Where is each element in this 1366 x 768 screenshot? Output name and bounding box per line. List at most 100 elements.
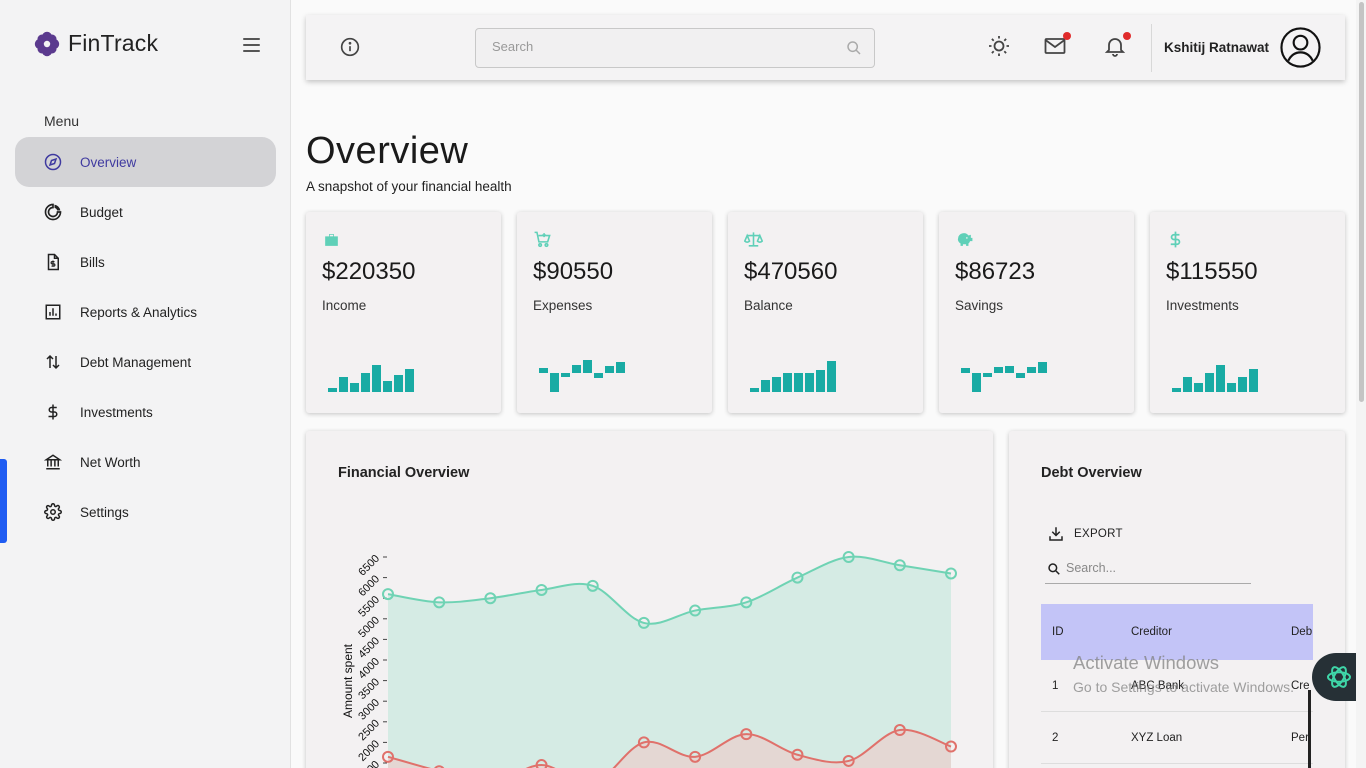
bar-chart-icon [43, 302, 63, 322]
y-axis-tick-label: 4500 [356, 635, 382, 661]
column-header[interactable]: Creditor [1131, 604, 1281, 660]
sidebar-item-overview[interactable]: Overview [15, 137, 276, 187]
sidebar-item-label: Overview [80, 154, 137, 170]
search-icon[interactable] [846, 40, 862, 56]
stat-card-savings[interactable]: $86723 Savings [939, 212, 1134, 413]
card-label: Balance [744, 298, 793, 313]
y-axis-tick-label: 2000 [356, 738, 382, 764]
assistant-logo-icon [1327, 666, 1351, 688]
stat-card-expenses[interactable]: $90550 Expenses [517, 212, 712, 413]
table-row[interactable]: 1 ABC Bank Cre [1041, 660, 1313, 712]
debt-table: ID Creditor Deb 1 ABC Bank Cre 2 XYZ Loa… [1041, 604, 1313, 764]
card-value: $220350 [322, 258, 416, 285]
brand-name: FinTrack [68, 30, 159, 56]
card-value: $470560 [744, 258, 838, 285]
divider [1151, 24, 1152, 72]
sparkline-chart [328, 365, 414, 392]
page-title: Overview [306, 130, 469, 172]
sidebar-item-label: Reports & Analytics [80, 304, 198, 320]
series-area [388, 556, 951, 768]
y-axis-label: Amount spent [341, 643, 355, 718]
bill-document-icon [43, 252, 63, 272]
sparkline-chart [1172, 365, 1258, 392]
download-icon [1049, 527, 1063, 541]
financial-overview-chart: 1500200025003000350040004500500055006000… [341, 551, 957, 768]
export-button[interactable]: EXPORT [1047, 525, 1123, 543]
top-bar: Kshitij Ratnawat [306, 15, 1345, 80]
y-axis-tick-label: 5000 [356, 614, 382, 640]
table-header: ID Creditor Deb [1041, 604, 1313, 660]
table-cell: XYZ Loan [1131, 731, 1183, 744]
sidebar-item-label: Net Worth [80, 454, 141, 470]
user-name[interactable]: Kshitij Ratnawat [1164, 40, 1269, 55]
bell-notification-dot [1123, 32, 1131, 40]
column-header[interactable]: Deb [1291, 604, 1313, 660]
menu-label: Menu [44, 113, 80, 129]
sparkline-chart [961, 362, 1047, 392]
bank-icon [43, 452, 63, 472]
sparkline-chart [750, 361, 836, 392]
user-avatar-icon[interactable] [1280, 27, 1321, 68]
dollar-icon [1170, 231, 1181, 248]
debt-overview-panel: Debt Overview EXPORT ID Creditor Deb 1 A… [1009, 431, 1345, 768]
debt-search-box [1045, 559, 1251, 584]
card-value: $86723 [955, 258, 1036, 285]
panel-scroll-indicator [1308, 690, 1311, 768]
card-value: $90550 [533, 258, 614, 285]
flower-logo-icon [34, 31, 60, 56]
financial-overview-panel: 1500200025003000350040004500500055006000… [306, 431, 993, 768]
page-scrollbar-thumb[interactable] [1359, 2, 1364, 402]
panel-title: Debt Overview [1041, 465, 1142, 481]
info-icon[interactable] [340, 37, 360, 57]
sidebar-item-debt-management[interactable]: Debt Management [15, 337, 276, 387]
sidebar: FinTrack Menu Overview Budget Bills Repo… [0, 0, 291, 768]
sidebar-item-net-worth[interactable]: Net Worth [15, 437, 276, 487]
piggy-bank-icon [957, 233, 973, 246]
search-box [475, 28, 875, 68]
search-icon [1048, 563, 1060, 575]
table-row[interactable]: 2 XYZ Loan Per [1041, 712, 1313, 764]
scale-icon [744, 232, 763, 247]
compass-icon [43, 152, 63, 172]
y-axis-tick-label: 3000 [356, 697, 382, 723]
card-value: $115550 [1166, 258, 1258, 285]
stat-card-income[interactable]: $220350 Income [306, 212, 501, 413]
sidebar-item-label: Bills [80, 254, 105, 270]
sidebar-item-reports[interactable]: Reports & Analytics [15, 287, 276, 337]
briefcase-icon [325, 233, 338, 246]
sidebar-item-label: Investments [80, 404, 153, 420]
sidebar-item-bills[interactable]: Bills [15, 237, 276, 287]
sidebar-item-budget[interactable]: Budget [15, 187, 276, 237]
gear-icon [43, 502, 63, 522]
y-axis-tick-label: 3500 [356, 676, 382, 702]
debt-search-input[interactable] [1066, 561, 1246, 575]
card-label: Income [322, 298, 367, 313]
sidebar-item-settings[interactable]: Settings [15, 487, 276, 537]
y-axis-tick-label: 6500 [356, 553, 382, 579]
sidebar-item-label: Settings [80, 504, 129, 520]
cart-icon [534, 231, 551, 248]
side-drawer-tab[interactable] [0, 459, 7, 543]
y-axis-tick-label: 5500 [356, 594, 382, 620]
hamburger-menu-icon[interactable] [243, 38, 260, 52]
sidebar-item-investments[interactable]: Investments [15, 387, 276, 437]
card-label: Expenses [533, 298, 593, 313]
stat-card-balance[interactable]: $470560 Balance [728, 212, 923, 413]
page-subtitle: A snapshot of your financial health [306, 179, 512, 194]
card-label: Investments [1166, 298, 1239, 313]
column-header[interactable]: ID [1052, 604, 1112, 660]
stat-card-investments[interactable]: $115550 Investments [1150, 212, 1345, 413]
sparkline-chart [539, 360, 625, 392]
up-down-arrows-icon [43, 352, 63, 372]
y-axis-tick-label: 2500 [356, 717, 382, 743]
search-input[interactable] [492, 39, 832, 54]
donut-chart-icon [43, 202, 63, 222]
table-cell: 2 [1052, 731, 1059, 744]
export-label: EXPORT [1074, 528, 1123, 540]
sun-icon[interactable] [987, 34, 1011, 58]
table-cell: 1 [1052, 679, 1059, 692]
brand[interactable]: FinTrack [34, 30, 158, 57]
panel-title: Financial Overview [338, 465, 470, 481]
mail-notification-dot [1063, 32, 1071, 40]
sidebar-item-label: Budget [80, 204, 123, 220]
